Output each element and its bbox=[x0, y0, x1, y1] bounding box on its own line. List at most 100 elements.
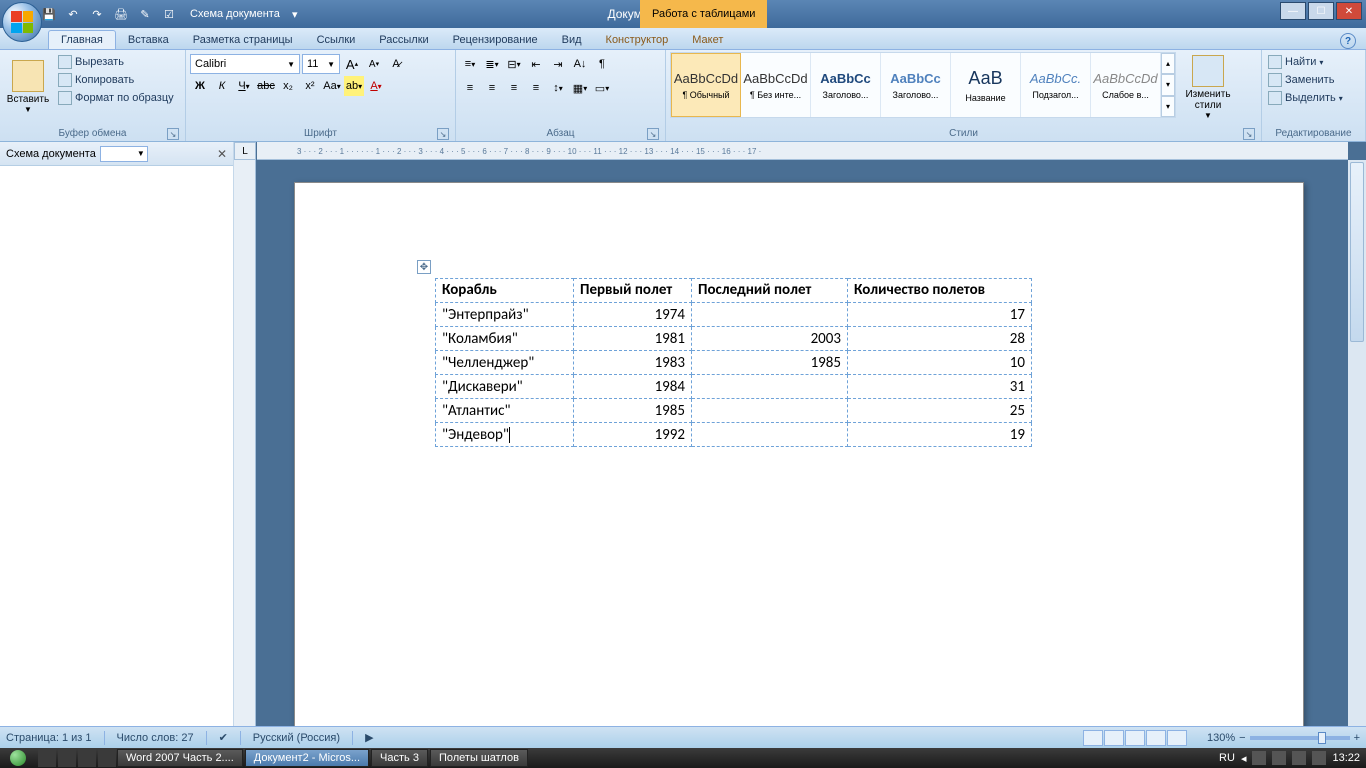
replace-button[interactable]: Заменить bbox=[1266, 72, 1336, 88]
table-cell[interactable]: 2003 bbox=[692, 327, 848, 351]
qat-quickprint-icon[interactable]: 🖨 bbox=[112, 6, 130, 22]
font-dialog-launcher[interactable]: ↘ bbox=[437, 128, 449, 140]
style-subtle-emphasis[interactable]: AaBbCcDdСлабое в... bbox=[1091, 53, 1161, 117]
justify-button[interactable]: ≡ bbox=[526, 78, 546, 98]
tab-table-layout[interactable]: Макет bbox=[680, 31, 735, 49]
table-cell[interactable]: 28 bbox=[848, 327, 1032, 351]
clear-formatting-button[interactable]: A̷ bbox=[386, 54, 406, 74]
tray-icon[interactable] bbox=[1292, 751, 1306, 765]
taskbar-item[interactable]: Полеты шатлов bbox=[430, 749, 528, 767]
table-cell[interactable]: "Эндевор" bbox=[436, 423, 574, 447]
tray-icon[interactable] bbox=[1272, 751, 1286, 765]
word-table[interactable]: Корабль Первый полет Последний полет Кол… bbox=[435, 278, 1032, 447]
document-map-close[interactable]: ✕ bbox=[217, 147, 227, 161]
underline-button[interactable]: Ч▾ bbox=[234, 76, 254, 96]
align-left-button[interactable]: ≡ bbox=[460, 78, 480, 98]
status-proofing-icon[interactable]: ✔ bbox=[219, 731, 228, 744]
taskbar-item[interactable]: Часть 3 bbox=[371, 749, 428, 767]
table-move-handle[interactable]: ✥ bbox=[417, 260, 431, 274]
scrollbar-thumb[interactable] bbox=[1350, 162, 1364, 342]
paste-button[interactable]: Вставить ▼ bbox=[4, 52, 52, 122]
styles-scroll[interactable]: ▴▾▾ bbox=[1161, 53, 1175, 117]
table-cell[interactable] bbox=[692, 399, 848, 423]
table-cell[interactable]: 31 bbox=[848, 375, 1032, 399]
tab-mailings[interactable]: Рассылки bbox=[367, 31, 440, 49]
tab-table-design[interactable]: Конструктор bbox=[594, 31, 681, 49]
table-header-cell[interactable]: Последний полет bbox=[692, 279, 848, 303]
table-cell[interactable]: 1983 bbox=[574, 351, 692, 375]
change-styles-button[interactable]: Изменить стили▼ bbox=[1180, 52, 1236, 122]
ql-item[interactable] bbox=[78, 749, 96, 767]
table-cell[interactable]: 1984 bbox=[574, 375, 692, 399]
show-marks-button[interactable]: ¶ bbox=[592, 54, 612, 74]
tray-clock[interactable]: 13:22 bbox=[1332, 752, 1360, 764]
cut-button[interactable]: Вырезать bbox=[56, 54, 176, 70]
shrink-font-button[interactable]: A▾ bbox=[364, 54, 384, 74]
qat-new-icon[interactable]: ✎ bbox=[136, 6, 154, 22]
horizontal-ruler[interactable]: L 3 · · · 2 · · · 1 · · · · · · 1 · · · … bbox=[257, 142, 1348, 160]
table-cell[interactable]: 25 bbox=[848, 399, 1032, 423]
table-header-cell[interactable]: Первый полет bbox=[574, 279, 692, 303]
qat-check-icon[interactable]: ☑ bbox=[160, 6, 178, 22]
bold-button[interactable]: Ж bbox=[190, 76, 210, 96]
tab-selector[interactable]: L bbox=[234, 142, 256, 160]
line-spacing-button[interactable]: ↕▾ bbox=[548, 78, 568, 98]
bullets-button[interactable]: ≡▾ bbox=[460, 54, 480, 74]
table-cell[interactable]: 1985 bbox=[692, 351, 848, 375]
help-button[interactable]: ? bbox=[1340, 33, 1356, 49]
tray-language[interactable]: RU bbox=[1219, 752, 1235, 764]
status-page[interactable]: Страница: 1 из 1 bbox=[6, 732, 92, 744]
numbering-button[interactable]: ≣▾ bbox=[482, 54, 502, 74]
table-row[interactable]: "Энтерпрайз"197417 bbox=[436, 303, 1032, 327]
qat-redo-icon[interactable]: ↷ bbox=[88, 6, 106, 22]
style-subtitle[interactable]: AaBbCc.Подзагол... bbox=[1021, 53, 1091, 117]
status-macro-icon[interactable]: ▶ bbox=[365, 731, 373, 744]
ql-item[interactable] bbox=[38, 749, 56, 767]
borders-button[interactable]: ▭▾ bbox=[592, 78, 612, 98]
qat-doc-outline[interactable]: Схема документа bbox=[190, 8, 280, 20]
table-cell[interactable]: "Энтерпрайз" bbox=[436, 303, 574, 327]
taskbar-item[interactable]: Документ2 - Micros... bbox=[245, 749, 369, 767]
view-full-screen[interactable] bbox=[1104, 730, 1124, 746]
zoom-slider-thumb[interactable] bbox=[1318, 732, 1326, 744]
font-color-button[interactable]: A▾ bbox=[366, 76, 386, 96]
table-row[interactable]: "Дискавери"1984 31 bbox=[436, 375, 1032, 399]
start-button[interactable] bbox=[0, 748, 36, 768]
table-row[interactable]: "Эндевор"199219 bbox=[436, 423, 1032, 447]
table-cell[interactable] bbox=[692, 303, 848, 327]
style-normal[interactable]: AaBbCcDd¶ Обычный bbox=[671, 53, 741, 117]
multilevel-list-button[interactable]: ⊟▾ bbox=[504, 54, 524, 74]
style-heading2[interactable]: AaBbCcЗаголово... bbox=[881, 53, 951, 117]
qat-undo-icon[interactable]: ↶ bbox=[64, 6, 82, 22]
vertical-scrollbar[interactable] bbox=[1348, 160, 1366, 726]
select-button[interactable]: Выделить▾ bbox=[1266, 90, 1345, 106]
align-center-button[interactable]: ≡ bbox=[482, 78, 502, 98]
document-map-dropdown[interactable]: ▼ bbox=[100, 146, 148, 162]
table-cell[interactable]: 17 bbox=[848, 303, 1032, 327]
find-button[interactable]: Найти▾ bbox=[1266, 54, 1325, 70]
tab-references[interactable]: Ссылки bbox=[305, 31, 368, 49]
table-row[interactable]: "Атлантис"198525 bbox=[436, 399, 1032, 423]
qat-more-icon[interactable]: ▾ bbox=[286, 6, 304, 22]
table-header-row[interactable]: Корабль Первый полет Последний полет Кол… bbox=[436, 279, 1032, 303]
tray-icon[interactable] bbox=[1252, 751, 1266, 765]
ql-item[interactable] bbox=[58, 749, 76, 767]
table-cell[interactable]: "Дискавери" bbox=[436, 375, 574, 399]
copy-button[interactable]: Копировать bbox=[56, 72, 176, 88]
view-web-layout[interactable] bbox=[1125, 730, 1145, 746]
table-header-cell[interactable]: Количество полетов bbox=[848, 279, 1032, 303]
highlight-button[interactable]: ab▾ bbox=[344, 76, 364, 96]
minimize-button[interactable]: — bbox=[1280, 2, 1306, 20]
clipboard-dialog-launcher[interactable]: ↘ bbox=[167, 128, 179, 140]
zoom-in-button[interactable]: + bbox=[1354, 732, 1360, 744]
document-page[interactable]: ✥ Корабль Первый полет Последний полет К… bbox=[294, 182, 1304, 726]
status-language[interactable]: Русский (Россия) bbox=[253, 732, 340, 744]
office-button[interactable] bbox=[2, 2, 42, 42]
italic-button[interactable]: К bbox=[212, 76, 232, 96]
ql-item[interactable] bbox=[98, 749, 116, 767]
tray-volume-icon[interactable] bbox=[1312, 751, 1326, 765]
vertical-ruler[interactable] bbox=[234, 160, 256, 726]
table-row[interactable]: "Коламбия"1981200328 bbox=[436, 327, 1032, 351]
view-outline[interactable] bbox=[1146, 730, 1166, 746]
align-right-button[interactable]: ≡ bbox=[504, 78, 524, 98]
